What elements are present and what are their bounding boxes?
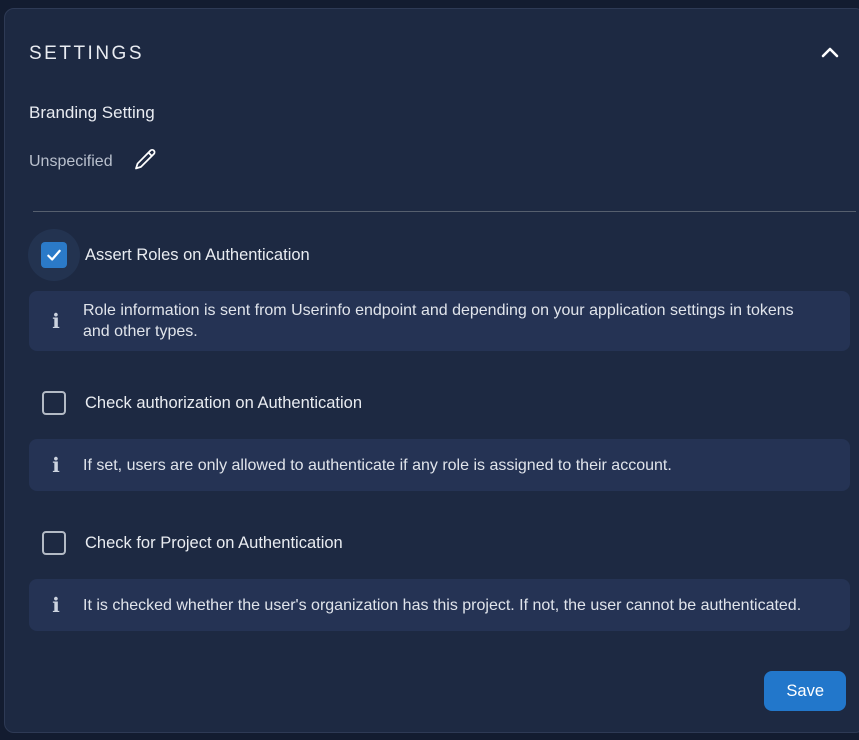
- divider: [33, 211, 856, 212]
- setting-row-check-authorization: Check authorization on Authentication: [28, 377, 856, 429]
- info-icon: ℹ: [29, 595, 83, 615]
- panel-header: SETTINGS: [29, 43, 856, 65]
- check-project-checkbox[interactable]: [42, 531, 66, 555]
- branding-setting-value: Unspecified: [29, 153, 113, 171]
- chevron-up-icon: [820, 45, 840, 64]
- info-box-check-authorization: ℹ If set, users are only allowed to auth…: [29, 439, 850, 491]
- save-button[interactable]: Save: [764, 671, 846, 711]
- pencil-icon: [133, 147, 158, 177]
- checkbox-halo: [28, 229, 80, 281]
- checkbox-halo: [28, 377, 80, 429]
- assert-roles-checkbox[interactable]: [41, 242, 67, 268]
- info-box-check-project: ℹ It is checked whether the user's organ…: [29, 579, 850, 631]
- info-icon: ℹ: [29, 311, 83, 331]
- assert-roles-label: Assert Roles on Authentication: [85, 246, 310, 265]
- info-text: If set, users are only allowed to authen…: [83, 455, 698, 476]
- settings-card: SETTINGS Branding Setting Unspecified: [4, 8, 859, 733]
- checkbox-halo: [28, 517, 80, 569]
- info-box-assert-roles: ℹ Role information is sent from Userinfo…: [29, 291, 850, 351]
- check-authorization-label: Check authorization on Authentication: [85, 394, 362, 413]
- footer: Save: [29, 671, 856, 711]
- branding-setting-row: Unspecified: [29, 147, 856, 177]
- branding-setting-label: Branding Setting: [29, 103, 856, 123]
- checkmark-icon: [45, 246, 63, 264]
- info-icon: ℹ: [29, 455, 83, 475]
- check-authorization-checkbox[interactable]: [42, 391, 66, 415]
- info-text: It is checked whether the user's organiz…: [83, 595, 827, 616]
- info-text: Role information is sent from Userinfo e…: [83, 300, 850, 342]
- page-title: SETTINGS: [29, 43, 144, 65]
- collapse-section-button[interactable]: [820, 45, 840, 64]
- setting-row-assert-roles: Assert Roles on Authentication: [28, 229, 856, 281]
- check-project-label: Check for Project on Authentication: [85, 534, 343, 553]
- setting-row-check-project: Check for Project on Authentication: [28, 517, 856, 569]
- edit-branding-button[interactable]: [133, 147, 158, 177]
